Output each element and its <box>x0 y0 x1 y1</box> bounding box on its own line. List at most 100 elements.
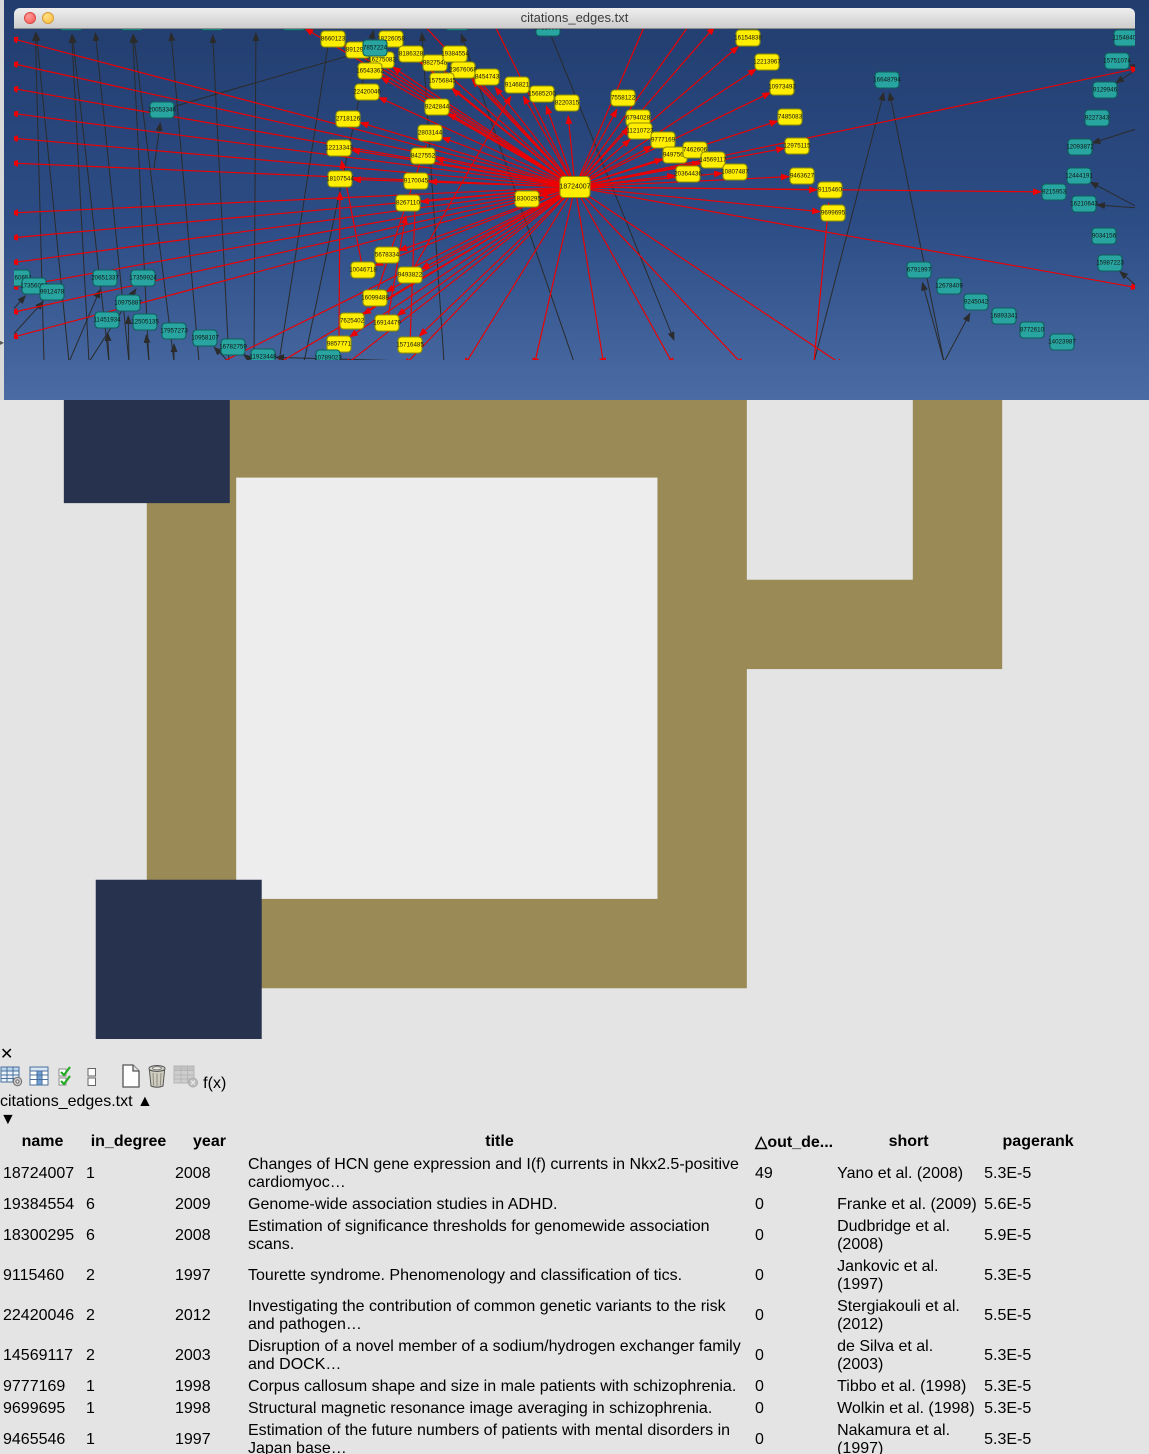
table-cell[interactable]: 2003 <box>174 1337 245 1375</box>
table-settings-button[interactable] <box>0 1075 28 1092</box>
table-cell[interactable]: Estimation of significance thresholds fo… <box>247 1217 752 1255</box>
graph-edge-black[interactable] <box>944 313 970 360</box>
graph-edge-black[interactable] <box>1129 65 1135 68</box>
table-cell[interactable]: 1997 <box>174 1421 245 1454</box>
table-cell[interactable]: 0 <box>754 1297 834 1335</box>
table-cell[interactable]: 9699695 <box>2 1399 83 1419</box>
close-panel-icon[interactable]: ✕ <box>0 1046 13 1063</box>
graph-edge-red[interactable] <box>464 187 575 360</box>
table-cell[interactable]: 1998 <box>174 1399 245 1419</box>
table-cell[interactable]: 5.3E-5 <box>983 1377 1093 1397</box>
graph-edge-black[interactable] <box>1097 205 1135 208</box>
citation-network-graph[interactable]: 1872400786601238912955182260581627508316… <box>14 8 1135 360</box>
table-row[interactable]: 1938455462009Genome-wide association stu… <box>2 1195 1093 1215</box>
table-cell[interactable]: Yano et al. (2008) <box>836 1155 981 1193</box>
table-cell[interactable]: 9777169 <box>2 1377 83 1397</box>
graph-edge-red[interactable] <box>814 203 829 360</box>
table-cell[interactable]: 14569117 <box>2 1337 83 1375</box>
table-cell[interactable]: Disruption of a novel member of a sodium… <box>247 1337 752 1375</box>
hide-panel-arrow-icon[interactable]: ▸ <box>0 338 4 347</box>
table-cell[interactable]: 2 <box>85 1297 172 1335</box>
table-cell[interactable]: 5.5E-5 <box>983 1297 1093 1335</box>
table-cell[interactable]: 0 <box>754 1195 834 1215</box>
table-row[interactable]: 1872400712008Changes of HCN gene express… <box>2 1155 1093 1193</box>
table-cell[interactable]: 1 <box>85 1399 172 1419</box>
table-row[interactable]: 969969511998Structural magnetic resonanc… <box>2 1399 1093 1419</box>
graph-edge-red[interactable] <box>14 113 575 187</box>
table-cell[interactable]: Nakamura et al. (1997) <box>836 1421 981 1454</box>
graph-edge-red[interactable] <box>575 68 1135 187</box>
graph-edge-black[interactable] <box>1116 68 1135 83</box>
table-cell[interactable]: de Silva et al. (2003) <box>836 1337 981 1375</box>
table-cell[interactable]: 0 <box>754 1377 834 1397</box>
table-cell[interactable]: 1997 <box>174 1257 245 1295</box>
graph-edge-red[interactable] <box>534 187 575 360</box>
table-cell[interactable]: 5.3E-5 <box>983 1399 1093 1419</box>
table-cell[interactable]: 2008 <box>174 1155 245 1193</box>
table-cell[interactable]: 22420046 <box>2 1297 83 1335</box>
network-canvas[interactable]: 1872400786601238912955182260581627508316… <box>14 8 1135 365</box>
table-cell[interactable]: 0 <box>754 1399 834 1419</box>
table-cell[interactable]: 1 <box>85 1421 172 1454</box>
table-cell[interactable]: 5.3E-5 <box>983 1257 1093 1295</box>
table-cell[interactable]: Corpus callosum shape and size in male p… <box>247 1377 752 1397</box>
table-cell[interactable]: Franke et al. (2009) <box>836 1195 981 1215</box>
show-columns-button[interactable] <box>28 1075 56 1092</box>
network-view-window[interactable]: citations_edges.txt 18724007866012389129… <box>14 8 1135 380</box>
graph-edge-black[interactable] <box>35 33 44 360</box>
table-cell[interactable]: 2008 <box>174 1217 245 1255</box>
table-cell[interactable]: 5.6E-5 <box>983 1195 1093 1215</box>
graph-edge-red[interactable] <box>14 187 575 238</box>
unselect-all-button[interactable] <box>83 1075 105 1092</box>
table-cell[interactable]: Estimation of the future numbers of pati… <box>247 1421 752 1454</box>
table-row[interactable]: 946554611997Estimation of the future num… <box>2 1421 1093 1454</box>
table-cell[interactable]: Changes of HCN gene expression and I(f) … <box>247 1155 752 1193</box>
table-selector-dropdown[interactable]: citations_edges.txt ▲▼ <box>0 1093 1149 1129</box>
table-cell[interactable]: Structural magnetic resonance image aver… <box>247 1399 752 1419</box>
graph-edge-black[interactable] <box>254 33 256 360</box>
table-cell[interactable]: Genome-wide association studies in ADHD. <box>247 1195 752 1215</box>
column-header-title[interactable]: title <box>247 1131 752 1153</box>
column-header-out-de-[interactable]: △out_de... <box>754 1131 834 1153</box>
graph-edge-black[interactable] <box>1092 128 1135 143</box>
table-cell[interactable]: 2009 <box>174 1195 245 1215</box>
table-cell[interactable]: 0 <box>754 1337 834 1375</box>
graph-edge-red[interactable] <box>14 138 575 187</box>
graph-edge-black[interactable] <box>162 52 363 110</box>
table-cell[interactable]: 6 <box>85 1195 172 1215</box>
table-cell[interactable]: 19384554 <box>2 1195 83 1215</box>
graph-edge-red[interactable] <box>274 187 575 360</box>
graph-edge-black[interactable] <box>213 35 229 360</box>
graph-edge-black[interactable] <box>36 33 69 360</box>
graph-edge-black[interactable] <box>890 93 944 360</box>
graph-edge-red[interactable] <box>575 187 844 360</box>
table-cell[interactable]: 49 <box>754 1155 834 1193</box>
table-row[interactable]: 1456911722003Disruption of a novel membe… <box>2 1337 1093 1375</box>
column-header-pagerank[interactable]: pagerank <box>983 1131 1093 1153</box>
column-header-name[interactable]: name <box>2 1131 83 1153</box>
function-builder-button[interactable]: f(x) <box>203 1075 226 1092</box>
table-cell[interactable]: 18300295 <box>2 1217 83 1255</box>
table-cell[interactable]: Jankovic et al. (1997) <box>836 1257 981 1295</box>
table-cell[interactable]: Wolkin et al. (1998) <box>836 1399 981 1419</box>
graph-edge-red[interactable] <box>399 187 575 251</box>
graph-edge-black[interactable] <box>279 33 330 360</box>
table-cell[interactable]: 2012 <box>174 1297 245 1335</box>
table-cell[interactable]: 5.9E-5 <box>983 1217 1093 1255</box>
table-cell[interactable]: 5.3E-5 <box>983 1155 1093 1193</box>
table-cell[interactable]: 9115460 <box>2 1257 83 1295</box>
table-cell[interactable]: Tibbo et al. (1998) <box>836 1377 981 1397</box>
table-cell[interactable]: 0 <box>754 1421 834 1454</box>
table-cell[interactable]: Tourette syndrome. Phenomenology and cla… <box>247 1257 752 1295</box>
table-cell[interactable]: 5.3E-5 <box>983 1421 1093 1454</box>
table-cell[interactable]: 0 <box>754 1217 834 1255</box>
column-header-short[interactable]: short <box>836 1131 981 1153</box>
table-cell[interactable]: 1 <box>85 1377 172 1397</box>
graph-edge-red[interactable] <box>575 27 714 187</box>
table-row[interactable]: 977716911998Corpus callosum shape and si… <box>2 1377 1093 1397</box>
table-cell[interactable]: 18724007 <box>2 1155 83 1193</box>
column-header-year[interactable]: year <box>174 1131 245 1153</box>
graph-edge-black[interactable] <box>72 35 89 360</box>
graph-edge-red[interactable] <box>14 163 575 187</box>
graph-edge-red[interactable] <box>575 187 1041 192</box>
